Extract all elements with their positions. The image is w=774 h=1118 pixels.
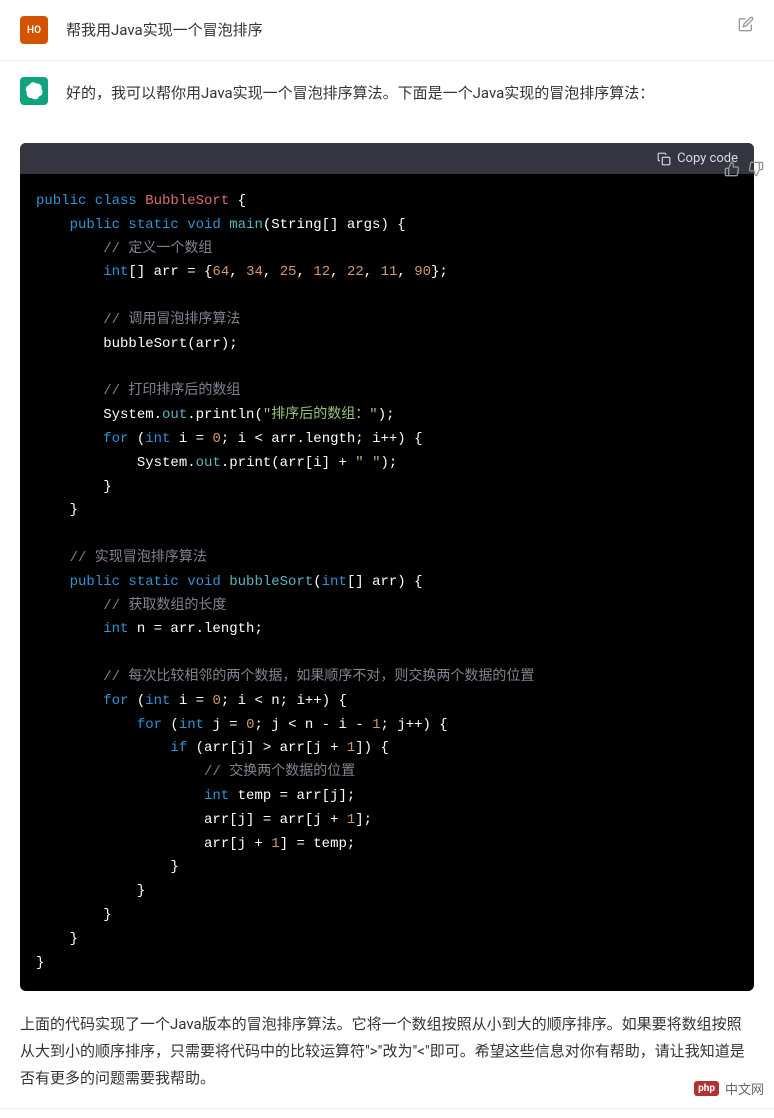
code-header: Copy code bbox=[20, 143, 754, 174]
user-message-text: 帮我用Java实现一个冒泡排序 bbox=[66, 16, 754, 44]
watermark-badge: php bbox=[694, 1081, 719, 1096]
thumbs-up-icon[interactable] bbox=[724, 161, 740, 181]
thumbs-down-icon[interactable] bbox=[748, 161, 764, 181]
code-content[interactable]: public class BubbleSort { public static … bbox=[20, 174, 754, 991]
feedback-buttons bbox=[724, 161, 764, 181]
user-message: HO 帮我用Java实现一个冒泡排序 bbox=[0, 0, 774, 61]
assistant-message: 好的，我可以帮你用Java实现一个冒泡排序算法。下面是一个Java实现的冒泡排序… bbox=[0, 61, 774, 1109]
watermark-text: 中文网 bbox=[725, 1079, 764, 1098]
watermark: php 中文网 bbox=[694, 1079, 764, 1098]
assistant-intro-text: 好的，我可以帮你用Java实现一个冒泡排序算法。下面是一个Java实现的冒泡排序… bbox=[66, 77, 754, 105]
clipboard-icon bbox=[657, 152, 671, 166]
assistant-avatar bbox=[20, 77, 48, 105]
code-block: Copy code public class BubbleSort { publ… bbox=[20, 143, 754, 991]
user-avatar: HO bbox=[20, 16, 48, 44]
assistant-conclusion-text: 上面的代码实现了一个Java版本的冒泡排序算法。它将一个数组按照从小到大的顺序排… bbox=[20, 1011, 754, 1092]
edit-icon[interactable] bbox=[738, 16, 754, 36]
